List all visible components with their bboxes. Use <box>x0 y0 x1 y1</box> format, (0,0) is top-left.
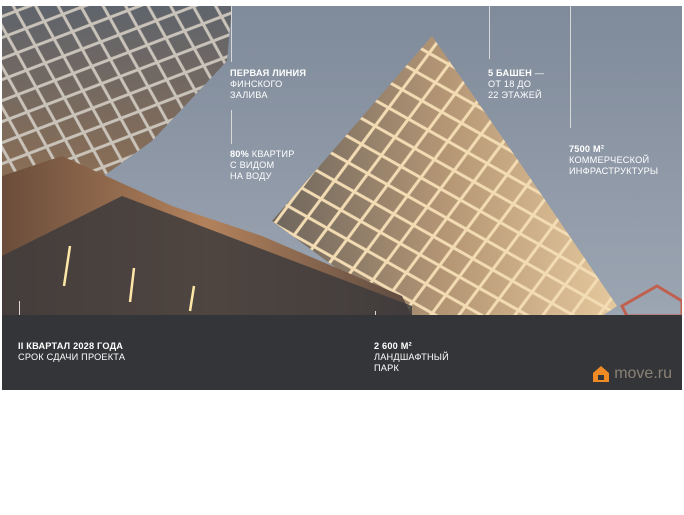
label-water-view-text-1: квартир <box>251 149 295 159</box>
label-commercial-text-1: коммерческой <box>569 155 650 165</box>
label-first-line-text-2: залива <box>230 90 268 100</box>
label-park: 2 600 м² ландшафтный парк <box>374 341 449 374</box>
label-water-view: 80% квартир с видом на воду <box>230 149 295 182</box>
connector-line-towers <box>489 6 490 59</box>
connector-line-water-view <box>231 110 232 144</box>
label-towers-dash: — <box>534 68 545 78</box>
label-commercial: 7500 м² коммерческой инфраструктуры <box>569 144 658 177</box>
label-towers-text-1: от 18 до <box>488 79 532 89</box>
label-towers-title: 5 башен <box>488 68 532 78</box>
label-first-line: Первая линия Финского залива <box>230 68 306 101</box>
label-water-view-text-3: на воду <box>230 171 272 181</box>
label-park-text-2: парк <box>374 363 400 373</box>
connector-line-commercial <box>570 6 571 128</box>
label-commercial-text-2: инфраструктуры <box>569 166 659 176</box>
label-water-view-title: 80% <box>230 149 249 159</box>
label-deadline: II квартал 2028 года срок сдачи проекта <box>18 341 125 363</box>
label-commercial-title: 7500 м² <box>569 144 605 154</box>
label-water-view-text-2: с видом <box>230 160 275 170</box>
label-deadline-title: II квартал 2028 года <box>18 341 124 351</box>
label-park-title: 2 600 м² <box>374 341 412 351</box>
watermark-text: move.ru <box>614 365 672 382</box>
label-first-line-title: Первая линия <box>230 68 307 78</box>
label-towers-text-2: 22 этажей <box>488 90 542 100</box>
connector-line-first-line <box>231 6 232 62</box>
label-deadline-text: срок сдачи проекта <box>18 352 126 362</box>
label-park-text-1: ландшафтный <box>374 352 449 362</box>
watermark-logo: move.ru <box>592 365 672 383</box>
label-towers: 5 башен — от 18 до 22 этажей <box>488 68 544 101</box>
house-icon <box>593 366 610 382</box>
label-first-line-text-1: Финского <box>230 79 283 89</box>
render-image: Первая линия Финского залива 80% квартир… <box>2 6 682 390</box>
